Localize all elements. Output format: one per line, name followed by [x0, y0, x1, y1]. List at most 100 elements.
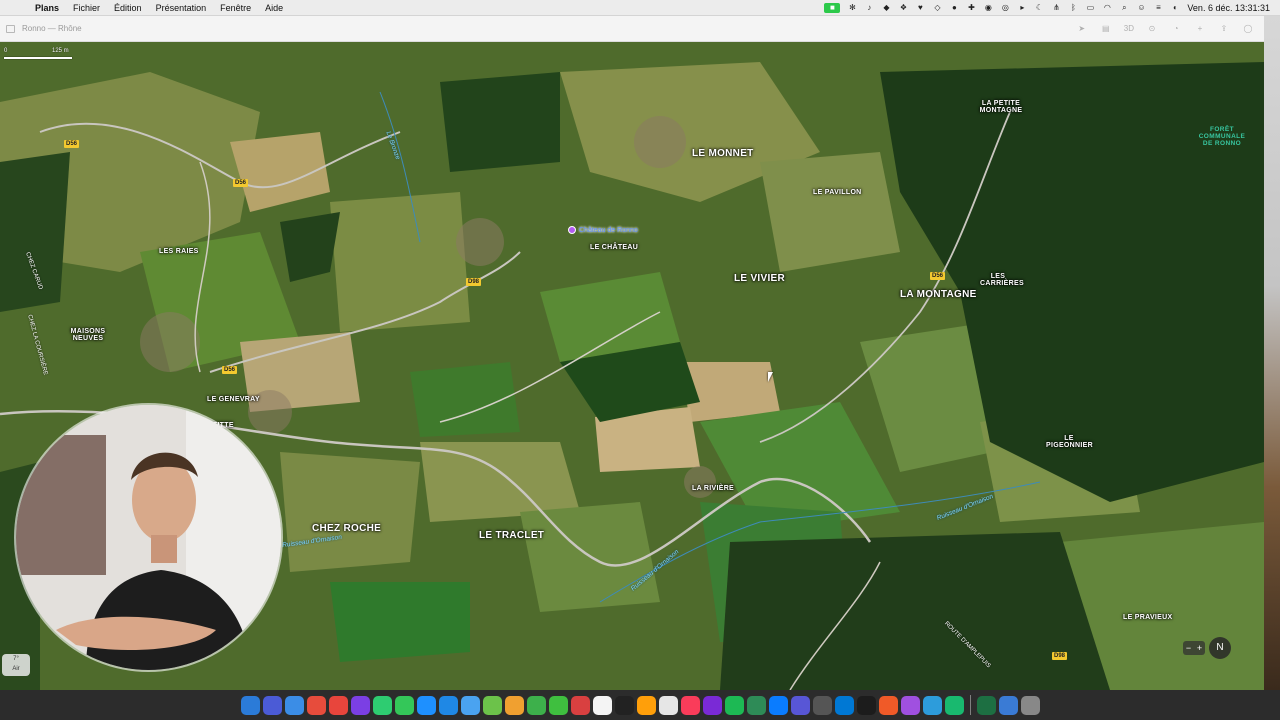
dropbox-icon[interactable]: ❖ — [898, 3, 908, 13]
search-icon[interactable]: ⌕ — [1119, 3, 1129, 13]
check-icon[interactable]: ● — [949, 3, 959, 13]
notes-icon[interactable] — [592, 695, 612, 715]
battery-icon[interactable]: ▭ — [1085, 3, 1095, 13]
music-dock-icon[interactable] — [680, 695, 700, 715]
zoom-in-icon[interactable]: + — [1197, 643, 1202, 653]
menu-aide[interactable]: Aide — [258, 3, 290, 13]
place-les-carrieres[interactable]: LES CARRIÈRES — [980, 273, 1024, 288]
figma-icon[interactable] — [878, 695, 898, 715]
3d-button[interactable]: 3D — [1124, 24, 1134, 34]
safari-icon[interactable] — [284, 695, 304, 715]
location-icon[interactable]: ➤ — [1076, 24, 1088, 34]
place-la-montagne[interactable]: LA MONTAGNE — [900, 289, 977, 300]
settings-icon[interactable] — [812, 695, 832, 715]
menu-bar: Plans Fichier Édition Présentation Fenêt… — [0, 0, 1280, 16]
xcode-icon[interactable] — [944, 695, 964, 715]
control-icon[interactable]: ⋔ — [1051, 3, 1061, 13]
finder-icon[interactable] — [240, 695, 260, 715]
place-le-traclet[interactable]: LE TRACLET — [479, 530, 544, 541]
zoom-out-icon[interactable]: − — [1186, 643, 1191, 653]
maps-icon[interactable] — [482, 695, 502, 715]
control-center-icon[interactable]: ≡ — [1153, 3, 1163, 13]
place-le-pravieux[interactable]: LE PRAVIEUX — [1123, 614, 1172, 621]
share-icon[interactable]: ⇪ — [1218, 24, 1230, 34]
trash-icon[interactable] — [1020, 695, 1040, 715]
account-icon[interactable]: ◯ — [1242, 24, 1254, 34]
user-icon[interactable]: ☺ — [1136, 3, 1146, 13]
gear-icon[interactable]: ✻ — [847, 3, 857, 13]
menu-edition[interactable]: Édition — [107, 3, 149, 13]
vscode-icon[interactable] — [834, 695, 854, 715]
place-les-raies[interactable]: LES RAIES — [159, 248, 199, 255]
bluetooth-icon[interactable]: ᛒ — [1068, 3, 1078, 13]
zoom-control[interactable]: − + — [1183, 641, 1205, 655]
excel-icon[interactable] — [976, 695, 996, 715]
chrome-icon[interactable] — [306, 695, 326, 715]
xd-icon[interactable] — [900, 695, 920, 715]
menu-fichier[interactable]: Fichier — [66, 3, 107, 13]
photos-icon[interactable] — [504, 695, 524, 715]
shield-icon[interactable]: ◇ — [932, 3, 942, 13]
poi-label[interactable]: Château de Ronno — [579, 227, 638, 234]
firefox-icon[interactable] — [350, 695, 370, 715]
play-icon[interactable]: ▸ — [1017, 3, 1027, 13]
brave-icon[interactable] — [328, 695, 348, 715]
castle-pin-icon[interactable] — [568, 226, 576, 234]
place-le-monnet[interactable]: LE MONNET — [692, 148, 754, 159]
store-icon[interactable] — [922, 695, 942, 715]
messages-icon[interactable] — [372, 695, 392, 715]
place-la-riviere[interactable]: LA RIVIÈRE — [692, 485, 734, 492]
presenter-image — [16, 405, 281, 670]
place-le-genevray[interactable]: LE GENEVRAY — [207, 396, 260, 403]
road-badge-d56-4: D56 — [930, 272, 946, 280]
app-icon[interactable]: ◆ — [881, 3, 891, 13]
record-icon[interactable]: ◎ — [1000, 3, 1010, 13]
place-la-petite-montagne[interactable]: LA PETITE MONTAGNE — [978, 100, 1024, 115]
music-icon[interactable]: ♪ — [864, 3, 874, 13]
place-le-vivier[interactable]: LE VIVIER — [734, 273, 785, 284]
mail-icon[interactable] — [460, 695, 480, 715]
heart-icon[interactable]: ♥ — [915, 3, 925, 13]
clock-icon[interactable]: ◔ — [1170, 24, 1182, 34]
facetime-dock-icon[interactable] — [394, 695, 414, 715]
menu-fenetre[interactable]: Fenêtre — [213, 3, 258, 13]
menu-app-plans[interactable]: Plans — [28, 3, 66, 13]
look-around-icon[interactable]: ⊙ — [1146, 24, 1158, 34]
facetime-2-icon[interactable] — [548, 695, 568, 715]
siri-icon[interactable]: ◐ — [1170, 3, 1180, 13]
launchpad-icon[interactable] — [262, 695, 282, 715]
spotify-icon[interactable] — [724, 695, 744, 715]
keynote-icon[interactable] — [768, 695, 788, 715]
map-scale: 0 125 m — [4, 48, 74, 60]
place-maisons-neuves[interactable]: MAISONS NEUVES — [68, 328, 108, 343]
whatsapp-icon[interactable] — [526, 695, 546, 715]
contacts-icon[interactable] — [658, 695, 678, 715]
terminal-icon[interactable] — [856, 695, 876, 715]
weather-widget[interactable]: 7° Air — [2, 654, 30, 676]
map-mode-icon[interactable]: ▤ — [1100, 24, 1112, 34]
reminders-icon[interactable] — [636, 695, 656, 715]
podcasts-icon[interactable] — [702, 695, 722, 715]
plus-icon[interactable]: ✚ — [966, 3, 976, 13]
skype-icon[interactable] — [416, 695, 436, 715]
moon-icon[interactable]: ☾ — [1034, 3, 1044, 13]
facetime-icon[interactable]: ■ — [824, 2, 841, 13]
place-le-pavillon[interactable]: LE PAVILLON — [813, 189, 862, 196]
add-icon[interactable]: + — [1194, 24, 1206, 34]
menu-presentation[interactable]: Présentation — [149, 3, 214, 13]
compass-button[interactable]: N — [1209, 637, 1231, 659]
calendar-icon[interactable] — [570, 695, 590, 715]
sidebar-toggle-icon[interactable] — [6, 25, 15, 33]
globe-icon[interactable]: ◉ — [983, 3, 993, 13]
place-chez-roche[interactable]: CHEZ ROCHE — [312, 523, 381, 534]
poi-chateau-de-ronno[interactable]: Château de Ronno — [568, 226, 638, 234]
wifi-icon[interactable]: ◠ — [1102, 3, 1112, 13]
discord-icon[interactable] — [790, 695, 810, 715]
menu-clock[interactable]: Ven. 6 déc. 13:31:31 — [1187, 3, 1270, 13]
appstore-icon[interactable] — [438, 695, 458, 715]
notion-icon[interactable] — [614, 695, 634, 715]
place-le-pigeonnier[interactable]: LE PIGEONNIER — [1046, 435, 1093, 450]
place-le-chateau[interactable]: LE CHÂTEAU — [590, 244, 638, 251]
numbers-icon[interactable] — [746, 695, 766, 715]
preview-icon[interactable] — [998, 695, 1018, 715]
